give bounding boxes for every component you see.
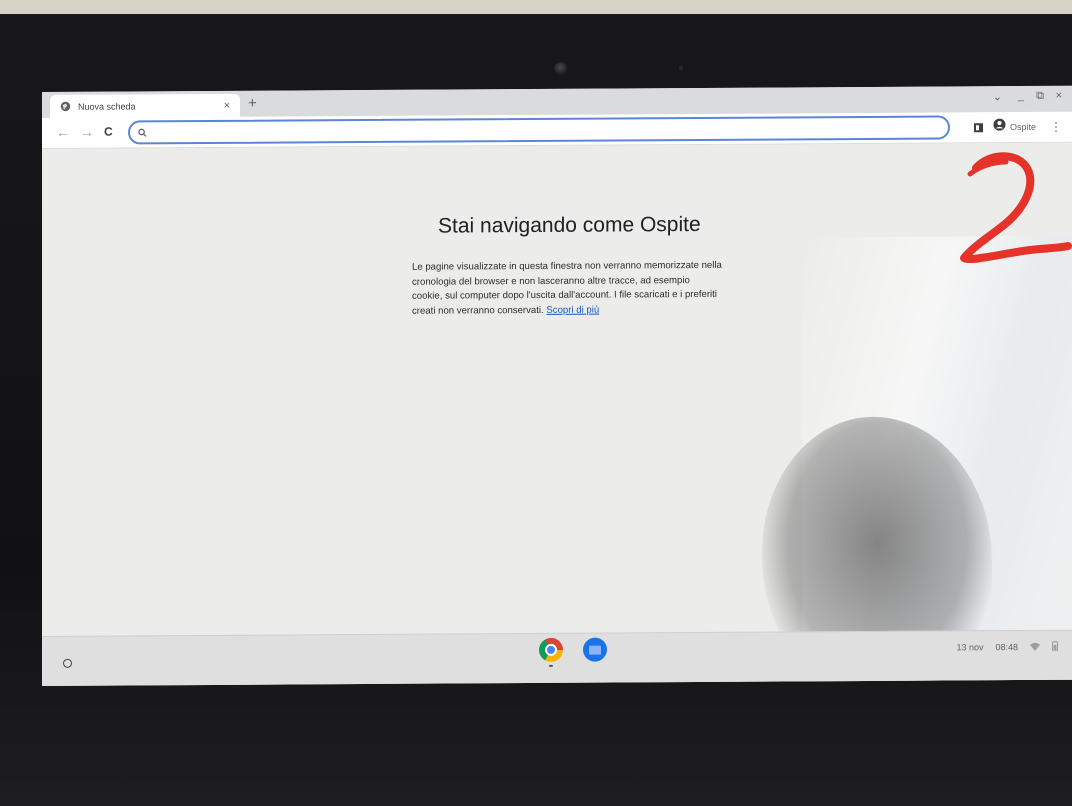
- restore-icon[interactable]: ⧉: [1036, 90, 1044, 103]
- launcher-icon[interactable]: [63, 658, 72, 668]
- omnibox-input[interactable]: [153, 120, 948, 140]
- laptop-screen: Nuova scheda × + ⌄ _ ⧉ × ← → C Ospite ⋮ …: [42, 85, 1072, 686]
- battery-icon: [1052, 640, 1058, 653]
- toolbar-right-controls: Ospite ⋮: [973, 118, 1062, 137]
- chrome-icon[interactable]: [539, 637, 563, 662]
- system-shelf: 13 nov 08:48: [42, 629, 1072, 686]
- address-bar[interactable]: [128, 115, 950, 145]
- globe-icon: [60, 101, 71, 112]
- tab-close-icon[interactable]: ×: [224, 99, 230, 111]
- forward-icon[interactable]: →: [80, 124, 94, 140]
- tab-title: Nuova scheda: [78, 100, 136, 112]
- background-wall: [0, 0, 1072, 14]
- tab-nuova-scheda[interactable]: Nuova scheda ×: [50, 93, 240, 118]
- kebab-menu-icon[interactable]: ⋮: [1050, 120, 1062, 134]
- tab-search-dropdown-icon[interactable]: ⌄: [993, 90, 1002, 103]
- learn-more-link[interactable]: Scopri di più: [546, 304, 599, 315]
- search-icon: [138, 128, 147, 137]
- handwritten-number-annotation: [960, 152, 1072, 264]
- side-panel-icon[interactable]: [973, 122, 983, 132]
- date-label: 13 nov: [956, 642, 984, 653]
- profile-label: Ospite: [1009, 121, 1036, 133]
- webcam: [554, 62, 568, 76]
- page-title: Stai navigando come Ospite: [438, 212, 701, 238]
- reload-icon[interactable]: C: [104, 125, 113, 139]
- minimize-icon[interactable]: _: [1018, 90, 1024, 102]
- guest-page: Stai navigando come Ospite Le pagine vis…: [42, 142, 1072, 634]
- new-tab-button[interactable]: +: [248, 95, 257, 112]
- time-label: 08:48: [995, 642, 1018, 653]
- profile-button[interactable]: Ospite: [993, 118, 1036, 136]
- account-circle-icon: [993, 118, 1006, 136]
- guest-description: Le pagine visualizzate in questa finestr…: [412, 259, 722, 319]
- running-indicator: [549, 664, 553, 667]
- close-window-icon[interactable]: ×: [1056, 90, 1062, 102]
- wifi-icon: [1030, 641, 1040, 652]
- back-icon[interactable]: ←: [56, 124, 70, 140]
- status-tray[interactable]: 13 nov 08:48: [944, 640, 1058, 654]
- microphone-hole: [679, 66, 683, 70]
- files-icon[interactable]: [583, 637, 607, 662]
